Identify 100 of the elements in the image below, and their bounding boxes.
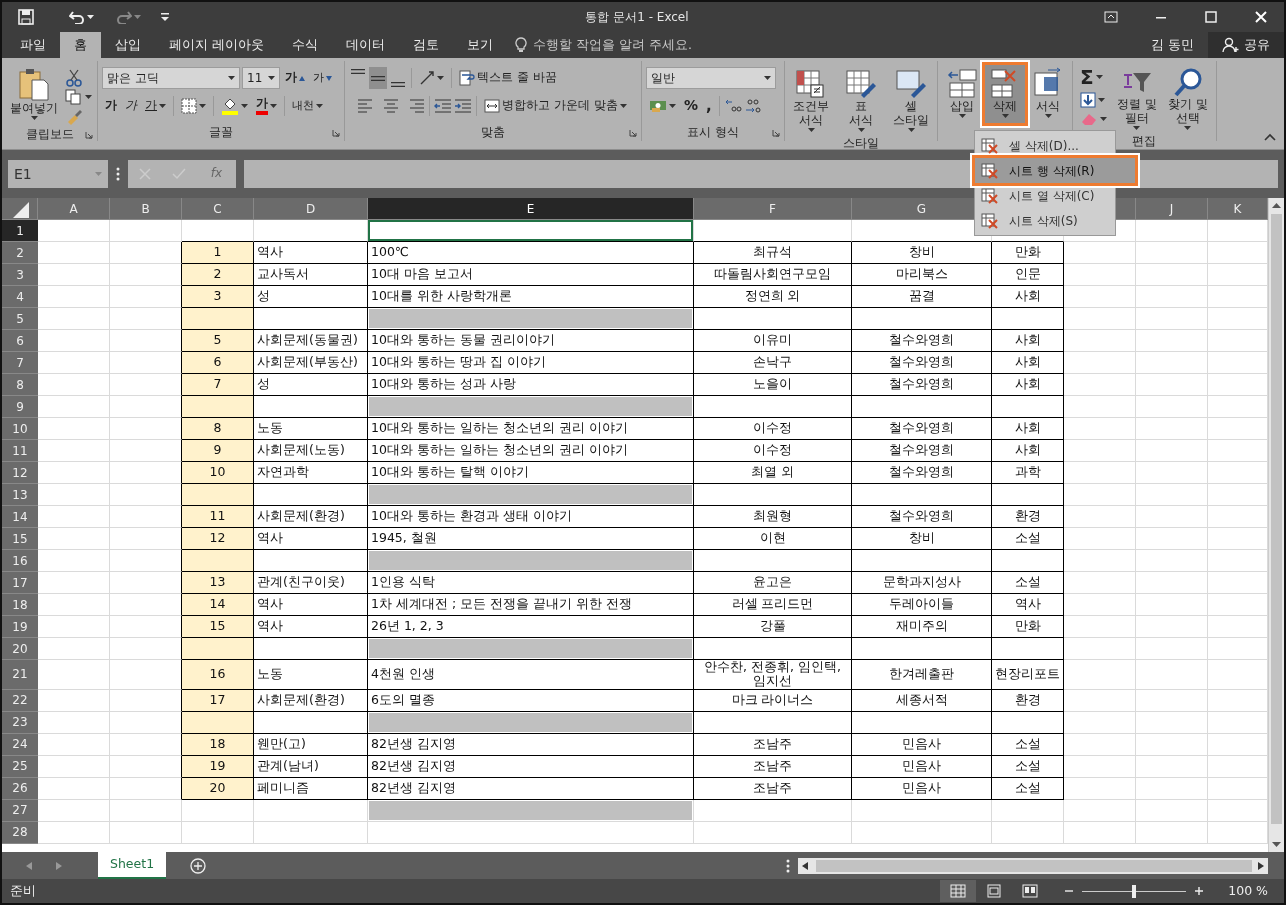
table-cell: 과학 [992,462,1064,484]
table-cell: 이현 [694,528,852,550]
table-cell: 7 [182,374,254,396]
group-label: 표시 형식 [687,124,739,141]
table-cell: 14 [182,594,254,616]
table-cell: 창비 [852,242,992,264]
table-cell: 19 [182,755,254,778]
table-cell: 철수와영희 [852,418,992,440]
window-title: 통합 문서1 - Excel [584,9,690,26]
table-cell: 9 [182,440,254,462]
table-cell: 4천원 인생 [368,660,694,690]
table-cell: 사회 [992,440,1064,462]
table-cell: 최원형 [694,506,852,528]
table-cell: 철수와영희 [852,440,992,462]
table-cell: 철수와영희 [852,506,992,528]
table-cell: 소설 [992,733,1064,756]
table-cell: 사회문제(동물권) [254,330,368,352]
table-cell: 13 [182,572,254,594]
user-name: 김 동민 [1150,35,1195,54]
table-cell: 러셀 프리드먼 [694,594,852,616]
table-cell: 1인용 식탁 [368,572,694,594]
table-cell: 사회 [992,286,1064,308]
table-cell: 3 [182,286,254,308]
table-cell: 10 [182,462,254,484]
table-cell: 인문 [992,264,1064,286]
table-cell: 따돌림사회연구모임 [694,264,852,286]
table-cell: 10대와 통하는 환경과 생태 이야기 [368,506,694,528]
table-cell: 사회문제(부동산) [254,352,368,374]
table-cell: 1차 세계대전 ; 모든 전쟁을 끝내기 위한 전쟁 [368,594,694,616]
table-cell: 역사 [254,594,368,616]
table-cell: 1 [182,242,254,264]
table-cell: 15 [182,616,254,638]
table-cell: 세종서적 [852,689,992,712]
table-cell: 두레아이들 [852,594,992,616]
group-label: 클립보드 [25,126,74,143]
table-cell: 페미니즘 [254,777,368,800]
table-cell: 사회 [992,374,1064,396]
table-cell: 최규석 [694,242,852,264]
table-cell: 10대와 통하는 땅과 집 이야기 [368,352,694,374]
table-cell: 이수정 [694,418,852,440]
table-cell: 노동 [254,418,368,440]
table-cell: 관계(남녀) [254,755,368,778]
table-cell: 철수와영희 [852,462,992,484]
table-cell: 마크 라이너스 [694,689,852,712]
table-cell: 역사 [254,528,368,550]
group-label: 맞춤 [481,124,505,141]
table-cell: 윤고은 [694,572,852,594]
table-cell: 한겨레출판 [852,660,992,690]
table-cell: 노동 [254,660,368,690]
table-cell: 정연희 외 [694,286,852,308]
table-cell: 만화 [992,616,1064,638]
table-cell: 문학과지성사 [852,572,992,594]
table-cell: 웬만(고) [254,733,368,756]
table-cell: 사회 [992,418,1064,440]
table-cell: 82년생 김지영 [368,733,694,756]
table-cell: 재미주의 [852,616,992,638]
table-cell: 17 [182,689,254,712]
status-text: 준비 [10,881,36,900]
table-cell: 16 [182,660,254,690]
table-cell: 10대와 통하는 일하는 청소년의 권리 이야기 [368,440,694,462]
table-cell: 민음사 [852,733,992,756]
table-cell: 강풀 [694,616,852,638]
table-cell: 82년생 김지영 [368,777,694,800]
table-cell: 역사 [992,594,1064,616]
table-cell: 이수정 [694,440,852,462]
table-cell: 6도의 멸종 [368,689,694,712]
group-label: 스타일 [843,135,879,153]
table-cell: 최열 외 [694,462,852,484]
table-cell: 꿈결 [852,286,992,308]
table-cell: 6 [182,352,254,374]
table-cell: 20 [182,777,254,800]
table-cell: 사회문제(환경) [254,689,368,712]
table-cell: 조남주 [694,777,852,800]
table-cell: 100℃ [368,242,694,264]
table-cell: 12 [182,528,254,550]
table-cell: 조남주 [694,733,852,756]
table-cell: 창비 [852,528,992,550]
table-cell: 10대 마음 보고서 [368,264,694,286]
table-cell: 민음사 [852,777,992,800]
table-cell: 관계(친구이웃) [254,572,368,594]
table-cell: 자연과학 [254,462,368,484]
table-cell: 역사 [254,616,368,638]
table-cell: 노을이 [694,374,852,396]
table-cell: 철수와영희 [852,352,992,374]
table-cell: 사회문제(노동) [254,440,368,462]
table-cell: 철수와영희 [852,374,992,396]
group-label: 글꼴 [209,124,233,141]
table-cell: 18 [182,733,254,756]
table-cell: 이유미 [694,330,852,352]
table-cell: 안수찬, 전종휘, 임인택, 임지선 [694,660,852,690]
table-cell: 교사독서 [254,264,368,286]
table-cell: 현장리포트 [992,660,1064,690]
table-cell: 성 [254,374,368,396]
table-cell: 조남주 [694,755,852,778]
table-cell: 역사 [254,242,368,264]
table-cell: 민음사 [852,755,992,778]
table-cell: 소설 [992,528,1064,550]
table-cell: 만화 [992,242,1064,264]
table-cell: 82년생 김지영 [368,755,694,778]
table-cell: 5 [182,330,254,352]
